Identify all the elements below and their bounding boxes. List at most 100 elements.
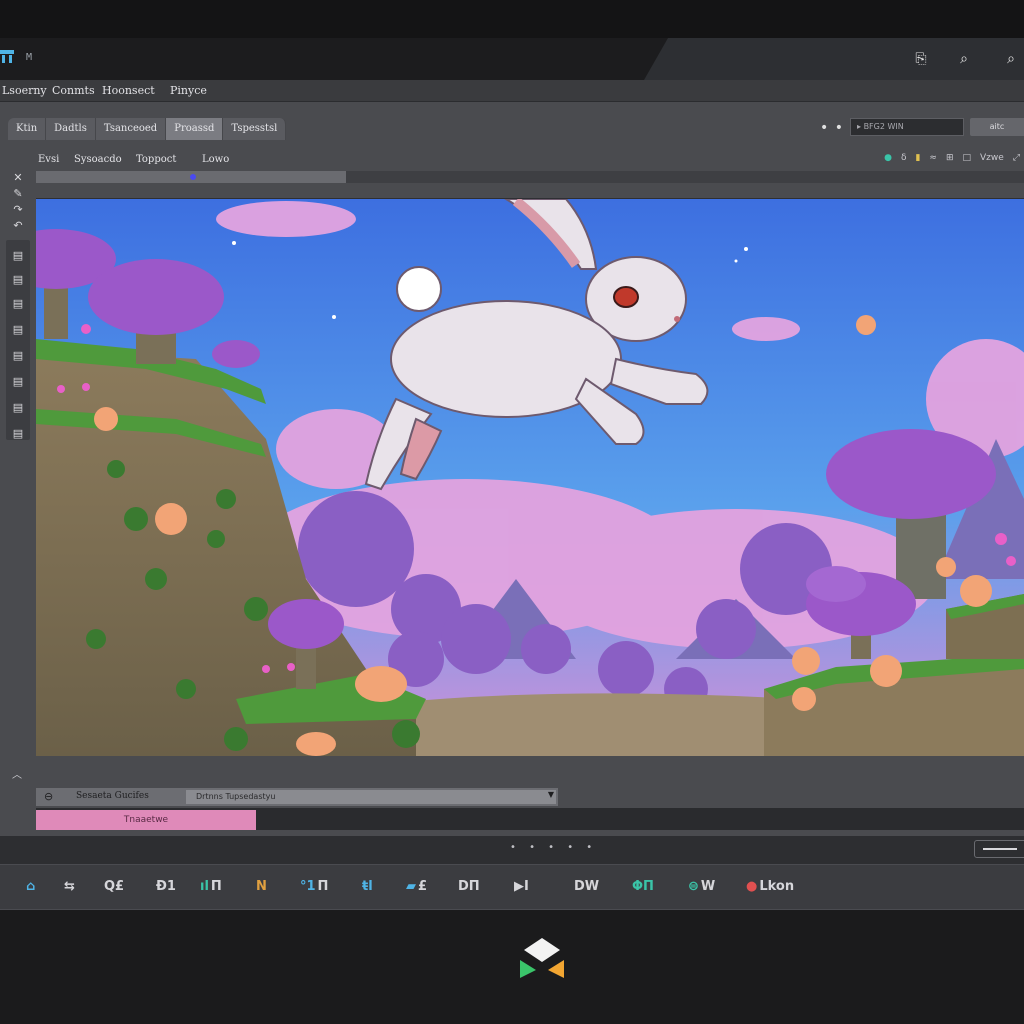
log-label: Lkon — [759, 879, 795, 894]
chart-icon: ıl — [200, 879, 209, 894]
monitor-bezel-bottom — [0, 910, 1024, 1024]
page-indicator[interactable]: • • • • • — [510, 842, 597, 853]
layer-icon[interactable]: ▤ — [10, 272, 26, 288]
zoom-slider-handle[interactable] — [983, 848, 1017, 850]
wave-icon[interactable]: ≈ — [929, 153, 937, 163]
toolbar-button[interactable]: aitc — [970, 118, 1024, 136]
link-button[interactable]: ⊜ W — [688, 878, 715, 896]
link-icon[interactable]: ⊖ — [44, 790, 53, 803]
search-icon-secondary[interactable]: ⌕ — [1000, 48, 1022, 70]
undo-icon[interactable]: ↶ — [10, 218, 26, 234]
timeline-field[interactable]: Drtnns Tupsedastyu — [186, 790, 556, 804]
log-button[interactable]: ● Lkon — [746, 878, 794, 896]
box-label: DΠ — [458, 879, 480, 894]
flag-icon[interactable]: ▮ — [915, 153, 920, 163]
log-icon: ● — [746, 879, 758, 894]
tab-item[interactable]: Tspesstsl — [223, 118, 287, 140]
layer-icon[interactable]: ▤ — [10, 296, 26, 312]
square-icon[interactable]: □ — [963, 153, 972, 163]
layers-icon: °1 — [300, 879, 316, 894]
expand-icon[interactable]: ⤢ — [1013, 153, 1020, 163]
sub-menu-item[interactable]: Lowo — [202, 154, 229, 165]
grid-icon[interactable]: ⊞ — [946, 153, 954, 163]
close-icon[interactable]: ✕ — [10, 170, 26, 186]
playhead-marker[interactable] — [190, 174, 196, 180]
menu-item[interactable]: Conmts — [52, 84, 95, 97]
zoom-button[interactable]: Q£ — [104, 878, 124, 896]
save-icon[interactable]: ⎘ — [910, 48, 932, 70]
camera-button[interactable]: ▰ £ — [406, 878, 427, 896]
play-button[interactable]: ▶I — [514, 878, 529, 896]
timeline-label: Sesaeta Gucifes — [76, 791, 149, 801]
view-label[interactable]: Vzwe — [980, 153, 1004, 163]
frame-button[interactable]: Ð1 — [156, 878, 176, 896]
box-button[interactable]: DΠ — [458, 878, 480, 896]
view-controls: ● δ ▮ ≈ ⊞ □ Vzwe ⤢ — [884, 153, 1020, 163]
grid-label: ΦΠ — [632, 879, 654, 894]
sprite-label: ŧl — [362, 879, 373, 894]
timeline-clip[interactable]: Tnaaetwe — [36, 810, 256, 830]
layer-icon[interactable]: ▤ — [10, 400, 26, 416]
brand-logo-icon — [520, 938, 564, 978]
play-label: ▶I — [514, 879, 529, 894]
layer-icon[interactable]: ▤ — [10, 348, 26, 364]
layer-icon[interactable]: ▤ — [10, 322, 26, 338]
zoom-slider[interactable] — [974, 840, 1024, 858]
undo-button[interactable]: ⇆ — [64, 878, 77, 896]
link-label: W — [700, 879, 716, 894]
window-button[interactable]: DW — [574, 878, 599, 896]
collapse-icon[interactable]: ︿ — [12, 766, 22, 781]
zoom-label: Q£ — [104, 879, 125, 894]
window-title: M — [26, 52, 33, 63]
layer-icon[interactable]: ▤ — [10, 426, 26, 442]
grid-button[interactable]: ΦΠ — [632, 878, 654, 896]
dropdown-caret-icon[interactable]: ▼ — [548, 790, 554, 799]
zoom-field[interactable]: ▸ BFG2 WIN — [850, 118, 964, 136]
sprite-button[interactable]: ŧl — [362, 878, 373, 896]
zoom-value: BFG2 WIN — [863, 122, 904, 131]
menu-bar: Lsoerny Conmts Hoonsect Pinyce — [0, 80, 1024, 102]
left-toolbar: ✕ ✎ ↷ ↶ ▤ ▤ ▤ ▤ ▤ ▤ ▤ ▤ — [6, 170, 32, 830]
sub-toolbar: Evsi Sysoacdo Toppoct Lowo — [0, 150, 1024, 170]
tab-bar: Ktin Dadtls Tsanceoed Proassd Tspesstsl — [8, 118, 287, 142]
title-bar — [0, 38, 1024, 80]
camera-icon: ▰ — [406, 879, 416, 894]
game-viewport[interactable] — [36, 198, 1024, 756]
chart-button[interactable]: ıl Π — [200, 878, 222, 896]
ruler-track — [346, 171, 1024, 183]
search-icon[interactable]: ⌕ — [953, 48, 975, 70]
layer-icon[interactable]: ▤ — [10, 248, 26, 264]
sub-menu-item[interactable]: Sysoacdo — [74, 154, 122, 165]
home-icon: ⌂ — [26, 879, 36, 894]
menu-item[interactable]: Hoonsect — [102, 84, 155, 97]
tile-button[interactable]: N — [256, 878, 267, 896]
layers-button[interactable]: °1 Π — [300, 878, 328, 896]
bottom-dock — [0, 864, 1024, 910]
camera-label: £ — [418, 879, 428, 894]
link-icon: ⊜ — [688, 879, 699, 894]
timeline-field-value: Drtnns Tupsedastyu — [196, 792, 276, 801]
monitor-bezel-top — [0, 0, 1024, 38]
redo-icon[interactable]: ↷ — [10, 202, 26, 218]
tile-label: N — [256, 879, 267, 894]
undo-icon: ⇆ — [64, 879, 75, 894]
tab-item[interactable]: Tsanceoed — [95, 118, 167, 140]
record-icon[interactable]: ● — [884, 153, 892, 163]
sub-menu-item[interactable]: Evsi — [38, 154, 59, 165]
frame-label: Ð1 — [156, 879, 176, 894]
menu-item[interactable]: Lsoerny — [2, 84, 47, 97]
timeline-header: Sesaeta Gucifes Drtnns Tupsedastyu ▼ — [36, 788, 558, 806]
app-logo-icon — [0, 50, 16, 64]
layers-label: Π — [317, 879, 329, 894]
layer-icon[interactable]: ▤ — [10, 374, 26, 390]
tab-item-active[interactable]: Proassd — [166, 118, 224, 140]
pin-icon[interactable]: δ — [901, 153, 907, 163]
tab-item[interactable]: Dadtls — [46, 118, 96, 140]
window-label: DW — [574, 879, 600, 894]
chart-label: Π — [210, 879, 222, 894]
sub-menu-item[interactable]: Toppoct — [136, 154, 176, 165]
home-button[interactable]: ⌂ — [26, 878, 37, 896]
pen-icon[interactable]: ✎ — [10, 186, 26, 202]
menu-item[interactable]: Pinyce — [170, 84, 207, 97]
tab-item[interactable]: Ktin — [8, 118, 47, 140]
